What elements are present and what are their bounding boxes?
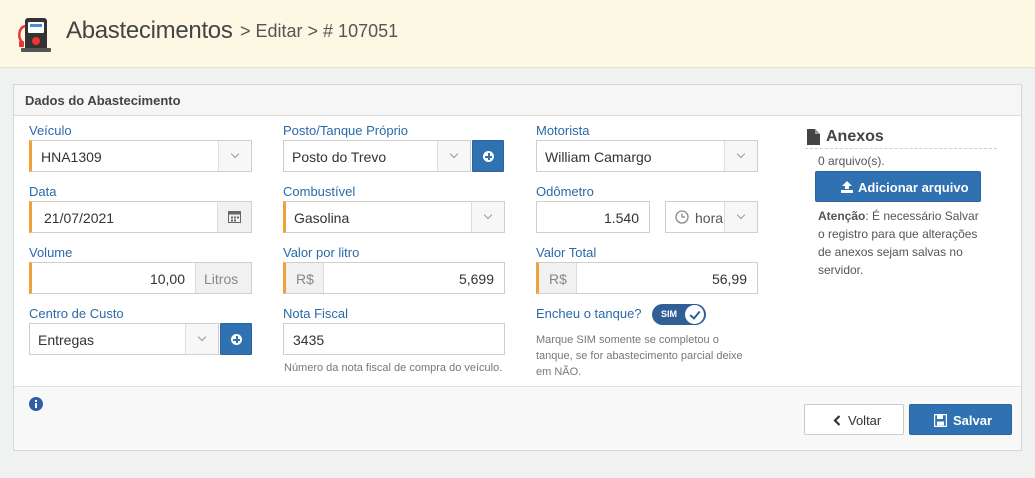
volume-input[interactable]: 10,00 Litros: [29, 262, 252, 294]
help-line: tanque, se for abastecimento parcial dei…: [536, 350, 743, 362]
anexos-count: 0 arquivo(s).: [818, 154, 885, 168]
combustivel-label: Combustível: [283, 184, 356, 199]
odometro-label: Odômetro: [536, 184, 594, 199]
chevron-down-icon[interactable]: [437, 141, 470, 171]
veiculo-select[interactable]: HNA1309: [29, 140, 252, 172]
add-posto-button[interactable]: [472, 140, 504, 172]
centro-custo-select[interactable]: Entregas: [29, 323, 219, 355]
panel-title: Dados do Abastecimento: [25, 93, 181, 108]
encheu-label: Encheu o tanque?: [536, 306, 642, 321]
centro-custo-label: Centro de Custo: [29, 306, 124, 321]
upload-icon: [841, 181, 853, 193]
chevron-down-icon[interactable]: [724, 141, 757, 171]
info-icon[interactable]: [29, 397, 43, 411]
save-label: Salvar: [953, 413, 993, 428]
posto-label: Posto/Tanque Próprio: [283, 123, 409, 138]
page-header: Abastecimentos > Editar > # 107051: [0, 0, 1035, 68]
combustivel-select[interactable]: Gasolina: [283, 201, 505, 233]
valor-total-value: 56,99: [711, 271, 747, 287]
chevron-down-icon[interactable]: [185, 324, 218, 354]
currency-addon: R$: [286, 263, 324, 293]
nota-fiscal-help: Número da nota fiscal de compra do veícu…: [284, 362, 503, 374]
back-button[interactable]: Voltar: [804, 404, 904, 435]
veiculo-value: HNA1309: [41, 149, 102, 165]
chevron-down-icon[interactable]: [218, 141, 251, 171]
valor-litro-input[interactable]: R$ 5,699: [283, 262, 505, 294]
calendar-button[interactable]: [217, 202, 251, 232]
add-file-button[interactable]: Adicionar arquivo: [815, 171, 981, 202]
valor-total-label: Valor Total: [536, 245, 597, 260]
add-file-label: Adicionar arquivo: [858, 180, 969, 195]
posto-value: Posto do Trevo: [292, 149, 387, 165]
motorista-select[interactable]: William Camargo: [536, 140, 758, 172]
plus-circle-icon: [231, 334, 242, 345]
veiculo-label: Veículo: [29, 123, 72, 138]
note-bold: Atenção: [818, 209, 866, 223]
combustivel-value: Gasolina: [294, 210, 350, 226]
valor-litro-value: 5,699: [458, 271, 494, 287]
plus-circle-icon: [483, 151, 494, 162]
clock-icon: [675, 210, 689, 224]
back-label: Voltar: [848, 413, 882, 428]
help-line: em NÃO.: [536, 366, 582, 378]
valor-litro-label: Valor por litro: [283, 245, 360, 260]
chevron-down-icon[interactable]: [724, 202, 757, 232]
volume-label: Volume: [29, 245, 73, 260]
currency-label: R$: [549, 271, 567, 287]
currency-label: R$: [296, 271, 314, 287]
help-line: Marque SIM somente se completou o: [536, 334, 719, 346]
nota-fiscal-input[interactable]: 3435: [283, 323, 505, 355]
breadcrumb: > Editar > # 107051: [240, 21, 399, 41]
calendar-icon: [228, 211, 241, 223]
motorista-value: William Camargo: [545, 149, 652, 165]
panel-header: Dados do Abastecimento: [14, 85, 1021, 116]
data-input[interactable]: 21/07/2021: [29, 201, 252, 233]
anexos-title: Anexos: [826, 128, 884, 145]
chevron-down-icon[interactable]: [471, 202, 504, 232]
save-button[interactable]: Salvar: [909, 404, 1012, 435]
note-line: servidor.: [818, 263, 864, 277]
encheu-toggle[interactable]: SIM: [652, 304, 706, 325]
note-line: de anexos sejam salvas no: [818, 245, 963, 259]
motorista-label: Motorista: [536, 123, 590, 138]
note-line: : É necessário Salvar: [865, 209, 979, 223]
divider: [805, 148, 997, 149]
note-line: o registro para que alterações: [818, 227, 978, 241]
fuel-pump-logo-icon: [18, 18, 51, 52]
anexos-note: Atenção: É necessário Salvar o registro …: [818, 207, 1000, 279]
volume-unit-label: Litros: [204, 271, 239, 287]
data-value: 21/07/2021: [44, 210, 115, 226]
odometro-input[interactable]: 1.540: [536, 201, 650, 233]
valor-total-input[interactable]: R$ 56,99: [536, 262, 758, 294]
odometro-value: 1.540: [603, 210, 639, 226]
nota-fiscal-label: Nota Fiscal: [283, 306, 349, 321]
volume-unit: Litros: [195, 263, 251, 293]
chevron-left-icon: [833, 415, 841, 426]
file-icon: [807, 129, 820, 145]
hora-value: hora: [695, 210, 724, 226]
save-icon: [934, 414, 947, 427]
volume-value: 10,00: [149, 271, 185, 287]
nota-fiscal-value: 3435: [293, 332, 325, 348]
posto-select[interactable]: Posto do Trevo: [283, 140, 471, 172]
currency-addon: R$: [539, 263, 577, 293]
centro-custo-value: Entregas: [38, 332, 95, 348]
toggle-label: SIM: [661, 309, 678, 319]
hora-select[interactable]: hora: [665, 201, 758, 233]
data-label: Data: [29, 184, 57, 199]
page-title: Abastecimentos: [66, 17, 233, 44]
add-centro-custo-button[interactable]: [220, 323, 252, 355]
check-icon: [685, 305, 704, 324]
encheu-help: Marque SIM somente se completou o tanque…: [536, 332, 743, 380]
